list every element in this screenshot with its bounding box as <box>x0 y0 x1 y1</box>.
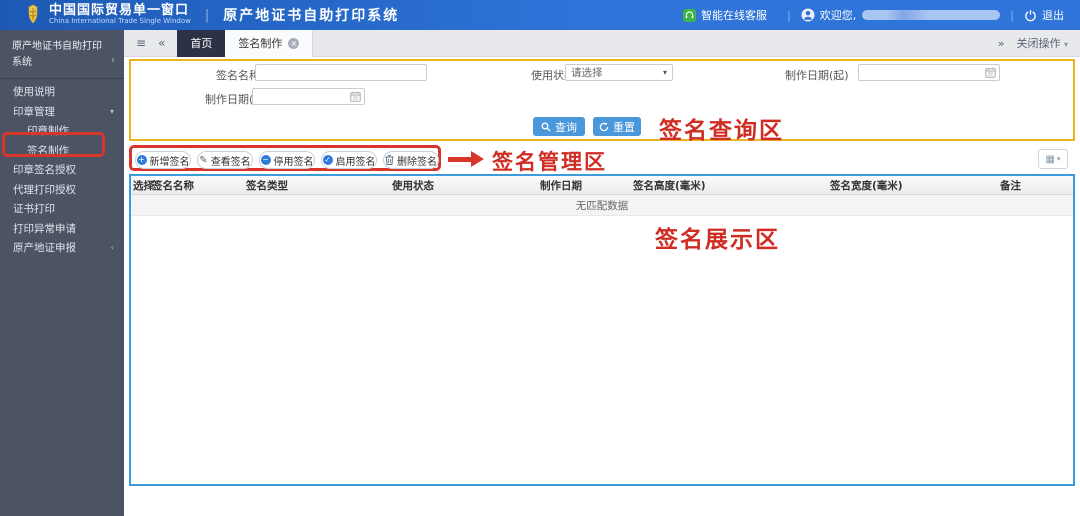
search-button[interactable]: 查询 <box>533 117 585 136</box>
brand-subtitle: China International Trade Single Window <box>49 17 191 26</box>
logout-button[interactable]: 退出 <box>1042 7 1064 23</box>
signature-query-area: 签名名称 使用状态 请选择 ▾ 制作日期(起) 制作日期(至) 查询 重置 签名… <box>129 59 1075 144</box>
workspace: 签名名称 使用状态 请选择 ▾ 制作日期(起) 制作日期(至) 查询 重置 签名… <box>124 57 1080 516</box>
scroll-tabs-left-icon[interactable]: « <box>158 36 165 50</box>
power-icon[interactable] <box>1024 9 1037 22</box>
brand-text: 中国国际贸易单一窗口 China International Trade Sin… <box>49 3 191 26</box>
annotation-arrow <box>448 157 472 162</box>
annotation-display-area: 签名展示区 <box>655 227 780 253</box>
chevron-down-icon: ▾ <box>1056 156 1061 163</box>
annotation-toolbar-area: 签名管理区 <box>492 150 607 174</box>
search-icon <box>541 122 551 131</box>
single-window-emblem-icon <box>28 4 38 24</box>
sidebar-item-origin-declaration[interactable]: 原产地证申报 ‹ <box>0 238 124 258</box>
app-window: 中国国际贸易单一窗口 China International Trade Sin… <box>0 0 1080 516</box>
reset-icon <box>599 121 609 131</box>
add-signature-button[interactable]: + 新增签名 <box>135 151 191 169</box>
trash-icon <box>385 155 394 165</box>
tab-signature-making[interactable]: 签名制作 × <box>225 29 314 57</box>
online-service-label[interactable]: 智能在线客服 <box>701 7 767 23</box>
column-header-type: 签名类型 <box>246 179 288 192</box>
grid-icon: ▦ <box>1045 153 1055 165</box>
chevron-down-icon: ▾ <box>1063 40 1068 49</box>
chevron-down-icon: ▾ <box>109 106 114 116</box>
column-selector-button[interactable]: ▦ ▾ <box>1038 149 1068 169</box>
tab-bar-right: » 关闭操作 ▾ <box>998 35 1068 51</box>
sidebar-title[interactable]: 原产地证书自助打印系统 ‹ <box>0 30 124 79</box>
select-caret-icon: ▾ <box>662 68 667 77</box>
header-right-divider-2: | <box>1010 8 1014 22</box>
sidebar-item-usage-notes[interactable]: 使用说明 <box>0 82 124 102</box>
brand-logo-block: 中国国际贸易单一窗口 China International Trade Sin… <box>24 3 191 26</box>
column-header-status: 使用状态 <box>392 179 434 192</box>
close-operations-dropdown[interactable]: 关闭操作 ▾ <box>1016 35 1068 51</box>
sidebar-item-certificate-print[interactable]: 证书打印 <box>0 199 124 219</box>
welcome-label: 欢迎您, <box>819 9 857 22</box>
plus-circle-icon: + <box>136 155 147 165</box>
username-redacted <box>862 10 1001 20</box>
column-header-height: 签名高度(毫米) <box>633 179 706 192</box>
disable-signature-button[interactable]: − 停用签名 <box>259 151 315 169</box>
signature-name-label: 签名名称 <box>216 69 260 82</box>
column-header-select: 选择 <box>133 179 154 192</box>
date-from-label: 制作日期(起) <box>785 69 849 82</box>
reset-button[interactable]: 重置 <box>593 117 641 136</box>
sidebar-item-agent-print-auth[interactable]: 代理打印授权 <box>0 180 124 200</box>
user-avatar-icon <box>801 8 815 22</box>
enable-signature-button[interactable]: ✓ 启用签名 <box>321 151 377 169</box>
view-signature-button[interactable]: ✎ 查看签名 <box>197 151 253 169</box>
table-header-row: 选择 签名名称 签名类型 使用状态 制作日期 签名高度(毫米) 签名宽度(毫米)… <box>131 176 1073 195</box>
hamburger-menu-icon[interactable]: ≡ <box>136 36 146 50</box>
header-right-cluster: 智能在线客服 | 欢迎您, | 退出 <box>683 7 1070 23</box>
chevron-left-icon: ‹ <box>110 243 114 253</box>
tab-bar: ≡ « 首页 签名制作 × » 关闭操作 ▾ <box>124 29 1080 57</box>
signature-display-area: 选择 签名名称 签名类型 使用状态 制作日期 签名高度(毫米) 签名宽度(毫米)… <box>129 174 1075 486</box>
pencil-icon: ✎ <box>199 154 208 166</box>
top-header-bar: 中国国际贸易单一窗口 China International Trade Sin… <box>0 0 1080 30</box>
delete-signature-button[interactable]: 删除签名 <box>383 151 439 169</box>
sidebar-item-seal-signature-auth[interactable]: 印章签名授权 <box>0 160 124 180</box>
annotation-query-area: 签名查询区 <box>659 118 784 144</box>
calendar-icon[interactable] <box>985 67 996 78</box>
check-circle-icon: ✓ <box>322 155 333 165</box>
online-service-icon[interactable] <box>683 8 697 22</box>
main-content: ≡ « 首页 签名制作 × » 关闭操作 ▾ 签名名称 使用状态 请选择 ▾ 制… <box>124 29 1080 516</box>
sidebar-menu: 使用说明 印章管理 ▾ 印章制作 签名制作 印章签名授权 代理打印授权 证书打印 <box>0 79 124 258</box>
sidebar-item-signature-making[interactable]: 签名制作 <box>0 141 124 161</box>
scroll-tabs-right-icon[interactable]: » <box>998 37 1005 50</box>
app-title: 原产地证书自助打印系统 <box>223 8 400 24</box>
usage-status-select[interactable]: 请选择 ▾ <box>565 64 673 81</box>
sidebar-item-print-exception[interactable]: 打印异常申请 <box>0 219 124 239</box>
header-right-divider-1: | <box>787 8 791 22</box>
table-empty-row: 无匹配数据 <box>131 195 1073 216</box>
column-header-date: 制作日期 <box>540 179 582 192</box>
header-divider: | <box>204 7 210 23</box>
chevron-left-icon[interactable]: ‹ <box>111 53 115 69</box>
no-data-text: 无匹配数据 <box>575 199 629 212</box>
tab-home[interactable]: 首页 <box>177 29 226 57</box>
tab-close-icon[interactable]: × <box>288 37 300 49</box>
column-header-name: 签名名称 <box>152 179 194 192</box>
sidebar-nav: 原产地证书自助打印系统 ‹ 使用说明 印章管理 ▾ 印章制作 签名制作 印章签名… <box>0 30 124 516</box>
date-to-input[interactable] <box>252 88 365 105</box>
calendar-icon[interactable] <box>350 91 361 102</box>
column-header-width: 签名宽度(毫米) <box>830 179 903 192</box>
column-header-remarks: 备注 <box>1000 179 1021 192</box>
sidebar-item-seal-management[interactable]: 印章管理 ▾ <box>0 102 124 122</box>
minus-circle-icon: − <box>260 155 271 165</box>
brand-title: 中国国际贸易单一窗口 <box>49 3 190 18</box>
annotation-arrow-head <box>471 151 484 167</box>
signature-name-input[interactable] <box>255 64 427 81</box>
date-from-input[interactable] <box>858 64 1000 81</box>
sidebar-item-seal-making[interactable]: 印章制作 <box>0 121 124 141</box>
